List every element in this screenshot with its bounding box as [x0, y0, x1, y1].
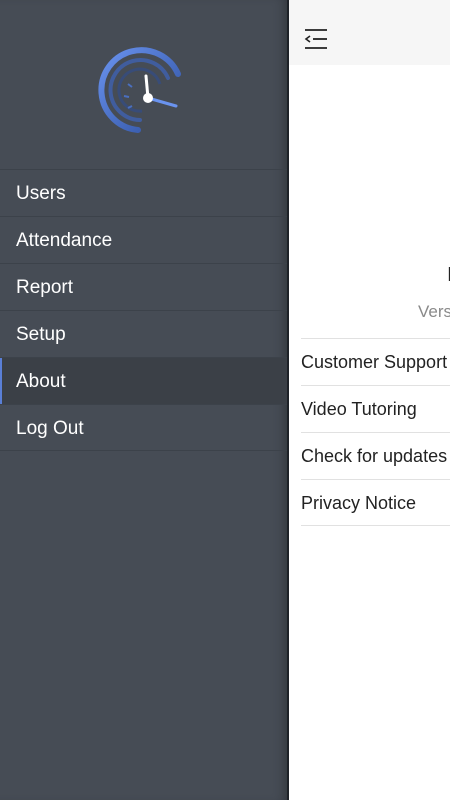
sidebar-menu: Users Attendance Report Setup About Log …: [0, 169, 288, 451]
version-text: Vers: [418, 302, 450, 321]
sidebar-item-report[interactable]: Report: [0, 263, 288, 310]
sidebar: Users Attendance Report Setup About Log …: [0, 0, 288, 800]
about-links-list: Customer Support Video Tutoring Check fo…: [301, 338, 450, 526]
sidebar-item-attendance[interactable]: Attendance: [0, 216, 288, 263]
privacy-notice-link[interactable]: Privacy Notice: [301, 479, 450, 526]
customer-support-link[interactable]: Customer Support: [301, 338, 450, 385]
speedometer-icon: [98, 47, 181, 133]
sidebar-item-about[interactable]: About: [0, 357, 288, 404]
sidebar-item-log-out[interactable]: Log Out: [0, 404, 288, 451]
sidebar-item-setup[interactable]: Setup: [0, 310, 288, 357]
top-bar: [289, 0, 450, 65]
check-for-updates-link[interactable]: Check for updates: [301, 432, 450, 479]
video-tutoring-link[interactable]: Video Tutoring: [301, 385, 450, 432]
hamburger-collapse-icon[interactable]: [304, 28, 328, 50]
sidebar-item-users[interactable]: Users: [0, 169, 288, 216]
main-panel: I Vers Customer Support Video Tutoring C…: [289, 0, 450, 800]
